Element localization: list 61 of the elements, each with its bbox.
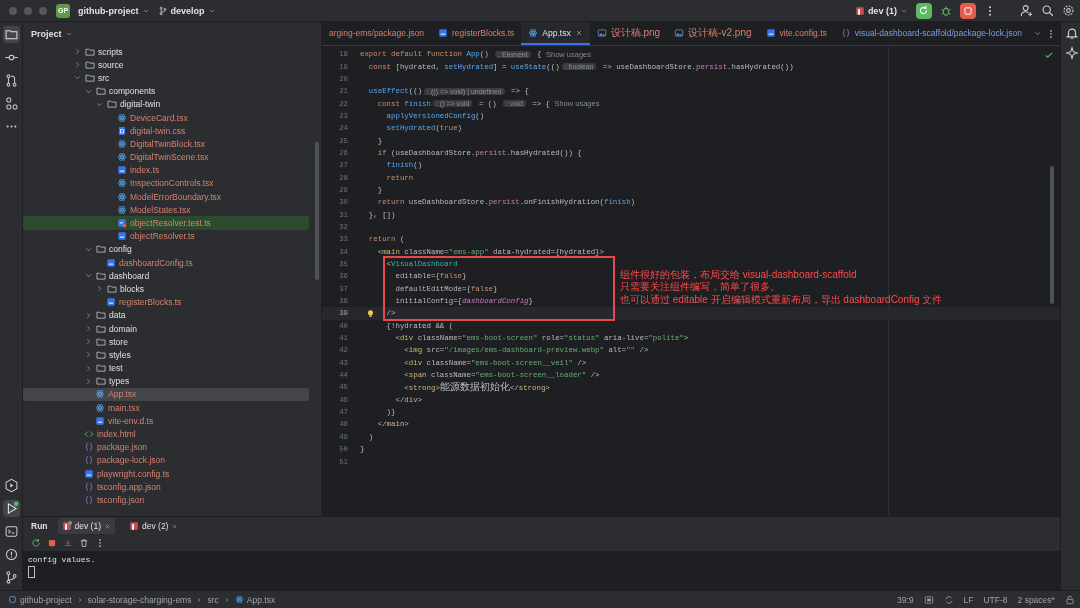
tree-item[interactable]: source <box>23 58 309 72</box>
annotation-text: 组件很好的包装，布局交给 visual-dashboard-scaffold <box>620 269 858 281</box>
tree-item[interactable]: src <box>23 71 309 85</box>
editor-tab[interactable]: App.tsx <box>521 22 590 45</box>
tree-item[interactable]: scripts <box>23 45 309 59</box>
tree-item[interactable]: DigitalTwinBlock.tsx <box>23 137 309 151</box>
tree-item[interactable]: ModelErrorBoundary.tsx <box>23 190 309 204</box>
tree-item[interactable]: registerBlocks.ts <box>23 295 309 309</box>
branch-menu[interactable]: develop <box>157 5 216 16</box>
tree-item[interactable]: blocks <box>23 282 309 296</box>
tree-item[interactable]: config <box>23 242 309 256</box>
editor-tab[interactable]: visual-dashboard-scaffold/package-lock.json <box>833 22 1029 45</box>
run-panel-title: Run <box>31 521 48 531</box>
tree-item[interactable]: App.tsx <box>23 387 309 402</box>
tree-item[interactable]: InspectionControls.tsx <box>23 176 309 191</box>
tree-item[interactable]: digital-twin <box>23 97 309 111</box>
tree-item[interactable]: package-lock.json <box>23 453 309 467</box>
tree-item[interactable]: types <box>23 374 309 388</box>
annotation-text: 也可以通过 editable 开启编辑模式重新布局，导出 dashboardConfig 文件 <box>620 293 943 307</box>
tree-item[interactable]: objectResolver.test.ts <box>23 216 309 230</box>
tree-item[interactable]: components <box>23 84 309 98</box>
tree-item[interactable]: DigitalTwinScene.tsx <box>23 150 309 164</box>
breadcrumb[interactable]: solar-storage-charging-ems <box>87 594 192 605</box>
tree-item[interactable]: index.ts <box>23 163 309 177</box>
console-output: config values. <box>28 555 96 564</box>
tree-item[interactable]: dashboardConfig.ts <box>23 256 309 270</box>
tree-item[interactable]: ModelStates.tsx <box>23 203 309 217</box>
run-tab[interactable]: dev (1) <box>57 518 115 534</box>
tree-item[interactable]: tsconfig.json <box>23 493 309 507</box>
caret-position[interactable]: 39:9 <box>897 594 914 605</box>
annotation-text: 只需要关注组件编写，简单了很多。 <box>620 281 781 294</box>
indent-setting[interactable]: 2 spaces* <box>1017 594 1055 605</box>
tree-item[interactable]: index.html <box>23 427 309 441</box>
tree-item[interactable]: domain <box>23 321 309 336</box>
tree-item[interactable]: playwright.config.ts <box>23 467 309 481</box>
breadcrumb[interactable]: src <box>207 594 219 605</box>
run-config-menu[interactable]: dev (1) <box>854 5 908 16</box>
tree-item[interactable]: package.json <box>23 440 309 454</box>
tree-item[interactable]: test <box>23 361 309 375</box>
tree-item[interactable]: digital-twin.css <box>23 124 309 138</box>
tree-item[interactable]: main.tsx <box>23 401 309 415</box>
breadcrumb[interactable]: App.tsx <box>234 594 276 605</box>
tree-item[interactable]: tsconfig.app.json <box>23 480 309 494</box>
editor-tab[interactable]: vite.config.ts <box>758 22 834 45</box>
tree-item[interactable]: vite-env.d.ts <box>23 414 309 428</box>
editor-tab[interactable]: arging-ems/package.json <box>322 22 431 45</box>
breadcrumb[interactable]: github-project <box>8 594 72 605</box>
editor-tab[interactable]: 设计稿-v2.png <box>667 22 759 45</box>
project-view-menu[interactable]: Project <box>31 28 73 39</box>
tree-item[interactable]: data <box>23 308 309 322</box>
editor-tab[interactable]: registerBlocks.ts <box>431 22 522 45</box>
project-menu[interactable]: github-project <box>78 5 150 16</box>
line-ending[interactable]: LF <box>963 594 974 605</box>
tree-item[interactable]: styles <box>23 348 309 362</box>
editor-tab[interactable]: 设计稿.png <box>589 22 668 45</box>
tree-item[interactable]: DeviceCard.tsx <box>23 110 309 125</box>
tree-item[interactable]: store <box>23 335 309 349</box>
run-tab[interactable]: dev (2) <box>125 518 183 534</box>
tree-item[interactable]: dashboard <box>23 269 309 283</box>
tree-item[interactable]: objectResolver.ts <box>23 229 309 243</box>
file-encoding[interactable]: UTF-8 <box>983 594 1008 605</box>
